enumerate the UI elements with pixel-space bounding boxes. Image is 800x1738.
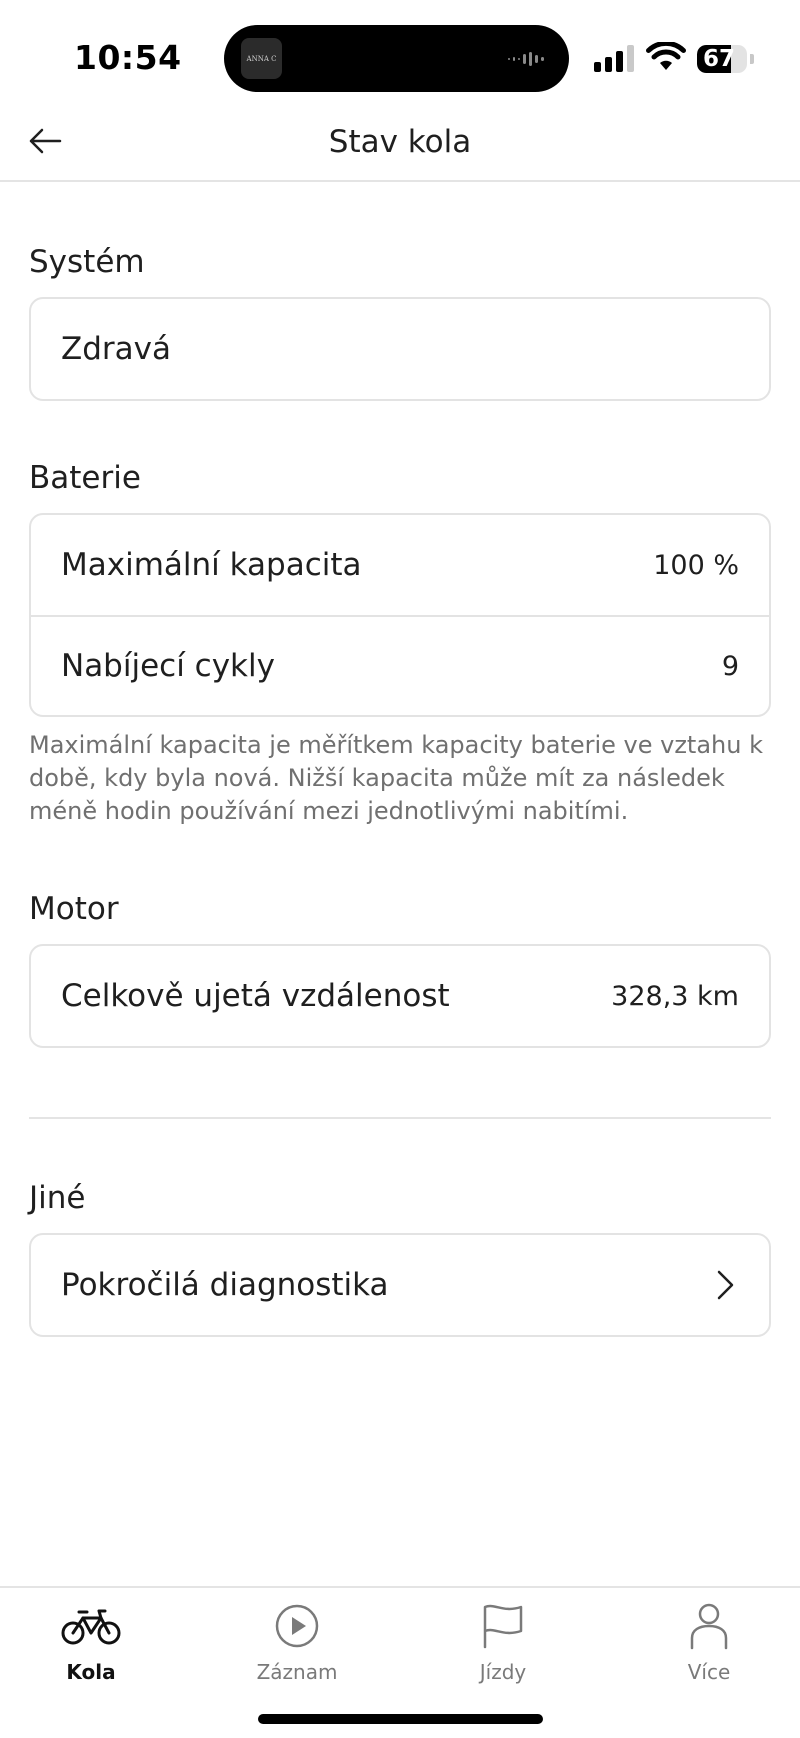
status-time: 10:54 xyxy=(74,38,182,77)
other-card: Pokročilá diagnostika xyxy=(29,1233,771,1337)
now-playing-thumbnail: ANNA C xyxy=(241,38,282,79)
tab-label-zaznam: Záznam xyxy=(256,1660,338,1684)
system-status: Zdravá xyxy=(61,331,171,367)
max-capacity-value: 100 % xyxy=(653,549,739,581)
bicycle-icon xyxy=(61,1609,121,1645)
home-indicator[interactable] xyxy=(258,1714,543,1724)
charge-cycles-value: 9 xyxy=(721,650,739,682)
audio-waveform-icon xyxy=(508,52,544,66)
chevron-right-icon xyxy=(715,1268,739,1302)
page-title: Stav kola xyxy=(328,124,472,160)
total-distance-row: Celkově ujetá vzdálenost 328,3 km xyxy=(31,946,769,1046)
tab-zaznam[interactable]: Záznam xyxy=(222,1598,372,1698)
motor-card: Celkově ujetá vzdálenost 328,3 km xyxy=(29,944,771,1048)
person-icon xyxy=(690,1603,728,1650)
section-title-other: Jiné xyxy=(29,1180,86,1216)
flag-icon xyxy=(483,1604,523,1649)
battery-capacity-note: Maximální kapacita je měřítkem kapacity … xyxy=(29,731,763,825)
battery-level: 67 xyxy=(702,46,735,72)
battery-card: Maximální kapacita 100 % Nabíjecí cykly … xyxy=(29,513,771,717)
section-title-battery: Baterie xyxy=(29,460,141,496)
tab-kola[interactable]: Kola xyxy=(16,1598,166,1698)
system-status-row: Zdravá xyxy=(31,299,769,399)
system-card: Zdravá xyxy=(29,297,771,401)
section-title-motor: Motor xyxy=(29,891,119,927)
tab-vice[interactable]: Více xyxy=(634,1598,784,1698)
bike-status-screen: 10:54 ANNA C 67 Stav kola Systém Zdravá … xyxy=(0,0,800,1738)
nav-header: Stav kola xyxy=(0,110,800,182)
max-capacity-label: Maximální kapacita xyxy=(61,547,362,583)
charge-cycles-label: Nabíjecí cykly xyxy=(61,648,275,684)
play-circle-icon xyxy=(275,1604,319,1648)
wifi-icon xyxy=(646,42,686,70)
total-distance-label: Celkově ujetá vzdálenost xyxy=(61,978,450,1014)
status-bar: 10:54 ANNA C 67 xyxy=(0,0,800,110)
section-title-system: Systém xyxy=(29,244,145,280)
battery-icon: 67 xyxy=(697,45,747,73)
section-divider xyxy=(29,1117,771,1119)
max-capacity-row: Maximální kapacita 100 % xyxy=(31,515,769,615)
tab-label-jizdy: Jízdy xyxy=(479,1660,527,1684)
total-distance-value: 328,3 km xyxy=(611,980,739,1012)
tab-label-vice: Více xyxy=(687,1660,731,1684)
battery-tip xyxy=(750,54,754,64)
cellular-signal-icon xyxy=(594,45,634,72)
advanced-diagnostics-row[interactable]: Pokročilá diagnostika xyxy=(31,1235,769,1335)
tab-jizdy[interactable]: Jízdy xyxy=(428,1598,578,1698)
dynamic-island[interactable]: ANNA C xyxy=(224,25,569,92)
advanced-diagnostics-label: Pokročilá diagnostika xyxy=(61,1267,389,1303)
tab-label-kola: Kola xyxy=(66,1660,116,1684)
charge-cycles-row: Nabíjecí cykly 9 xyxy=(31,615,769,715)
